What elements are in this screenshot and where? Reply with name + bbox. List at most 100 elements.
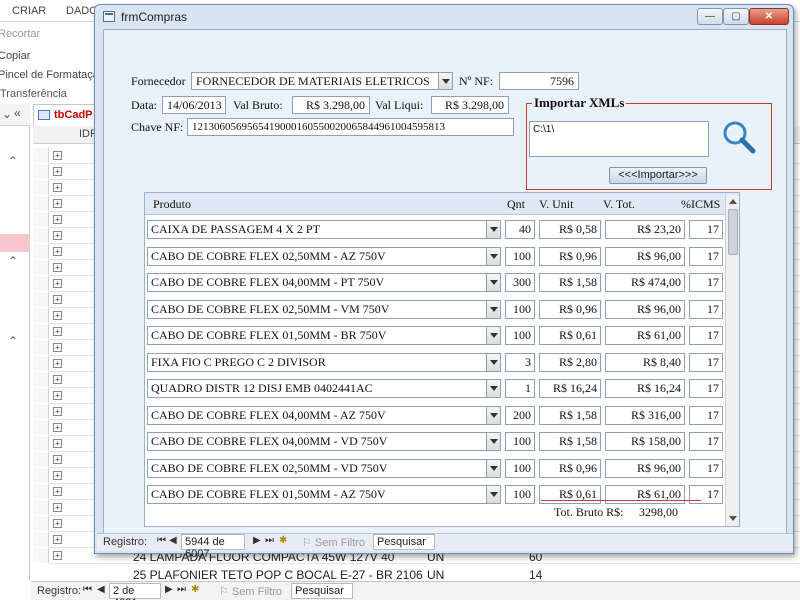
row-selector[interactable] xyxy=(33,292,49,307)
table-tab[interactable]: tbCadP xyxy=(33,104,97,126)
row-selector[interactable] xyxy=(33,196,49,211)
row-selector[interactable] xyxy=(33,468,49,483)
row-selector[interactable] xyxy=(33,484,49,499)
expand-row-icon[interactable]: + xyxy=(53,407,62,416)
icms-field[interactable]: 17 xyxy=(689,246,723,266)
row-selector[interactable] xyxy=(33,404,49,419)
vunit-field[interactable]: R$ 1,58 xyxy=(539,432,601,451)
chevron-down-icon[interactable] xyxy=(486,406,500,424)
produto-combo[interactable]: CABO DE COBRE FLEX 02,50MM - AZ 750V xyxy=(147,246,501,266)
chevron-down-icon[interactable] xyxy=(486,380,500,397)
row-selector[interactable] xyxy=(33,420,49,435)
qnt-field[interactable]: 100 xyxy=(505,299,535,319)
expand-row-icon[interactable]: + xyxy=(53,295,62,304)
val-bruto-field[interactable]: R$ 3.298,00 xyxy=(292,96,370,114)
produto-combo[interactable]: QUADRO DISTR 12 DISJ EMB 0402441AC xyxy=(147,379,501,398)
collapse-pane-icon[interactable]: « xyxy=(14,106,21,120)
icms-field[interactable]: 17 xyxy=(689,352,723,372)
qnt-field[interactable]: 3 xyxy=(505,352,535,372)
expand-row-icon[interactable]: + xyxy=(53,391,62,400)
nav-selected-item[interactable] xyxy=(0,234,30,252)
last-record-icon[interactable]: ⏭ xyxy=(177,584,186,595)
expand-row-icon[interactable]: + xyxy=(53,199,62,208)
row-selector[interactable] xyxy=(33,276,49,291)
expand-row-icon[interactable]: + xyxy=(53,151,62,160)
next-record-icon[interactable]: ▶ xyxy=(253,535,261,546)
expand-row-icon[interactable]: + xyxy=(53,535,62,544)
row-selector[interactable] xyxy=(33,148,49,163)
record-position[interactable]: 2 de 4031 xyxy=(109,583,161,600)
vtot-field[interactable]: R$ 8,40 xyxy=(605,352,685,372)
record-position[interactable]: 5944 de 6007 xyxy=(181,534,245,560)
qnt-field[interactable]: 100 xyxy=(505,246,535,266)
icms-field[interactable]: 17 xyxy=(689,273,723,292)
importar-button[interactable]: <<<Importar>>> xyxy=(609,167,707,184)
row-selector[interactable] xyxy=(33,372,49,387)
copy-command[interactable]: Copiar xyxy=(0,50,30,62)
row-selector[interactable] xyxy=(33,164,49,179)
nf-field[interactable]: 7596 xyxy=(499,72,579,90)
produto-combo[interactable]: CABO DE COBRE FLEX 04,00MM - AZ 750V xyxy=(147,405,501,425)
row-selector[interactable] xyxy=(33,308,49,323)
qnt-field[interactable]: 100 xyxy=(505,458,535,478)
group-collapse-icon-3[interactable]: ⌃ xyxy=(8,334,18,348)
row-selector[interactable] xyxy=(33,244,49,259)
grid-scrollbar[interactable] xyxy=(725,195,739,526)
produto-combo[interactable]: CABO DE COBRE FLEX 02,50MM - VD 750V xyxy=(147,458,501,478)
first-record-icon[interactable]: ⏮ xyxy=(83,584,92,595)
icms-field[interactable]: 17 xyxy=(689,458,723,478)
chevron-down-icon[interactable] xyxy=(486,433,500,450)
vtot-field[interactable]: R$ 96,00 xyxy=(605,458,685,478)
row-selector[interactable] xyxy=(33,532,49,547)
chevron-down-icon[interactable] xyxy=(486,486,500,503)
search-box[interactable]: Pesquisar xyxy=(291,583,353,599)
row-selector[interactable] xyxy=(33,436,49,451)
vunit-field[interactable]: R$ 0,61 xyxy=(539,326,601,345)
vunit-field[interactable]: R$ 0,58 xyxy=(539,220,601,239)
vtot-field[interactable]: R$ 158,00 xyxy=(605,432,685,451)
vunit-field[interactable]: R$ 0,96 xyxy=(539,299,601,319)
row-selector[interactable] xyxy=(33,228,49,243)
fornecedor-combo[interactable]: FORNECEDOR DE MATERIAIS ELETRICOS xyxy=(191,72,453,90)
search-box[interactable]: Pesquisar xyxy=(373,534,435,550)
group-collapse-icon[interactable]: ⌃ xyxy=(8,154,18,168)
row-selector[interactable] xyxy=(33,500,49,515)
vunit-field[interactable]: R$ 0,96 xyxy=(539,246,601,266)
expand-row-icon[interactable]: + xyxy=(53,375,62,384)
expand-row-icon[interactable]: + xyxy=(53,247,62,256)
vtot-field[interactable]: R$ 474,00 xyxy=(605,273,685,292)
icms-field[interactable]: 17 xyxy=(689,432,723,451)
expand-row-icon[interactable]: + xyxy=(53,167,62,176)
expand-row-icon[interactable]: + xyxy=(53,263,62,272)
expand-row-icon[interactable]: + xyxy=(53,439,62,448)
expand-row-icon[interactable]: + xyxy=(53,487,62,496)
qnt-field[interactable]: 100 xyxy=(505,485,535,504)
ribbon-tab-criar[interactable]: CRIAR xyxy=(12,5,46,17)
prev-record-icon[interactable]: ◀ xyxy=(169,535,177,546)
chevron-down-icon[interactable] xyxy=(486,300,500,318)
chevron-down-icon[interactable] xyxy=(486,327,500,344)
chevron-down-icon[interactable] xyxy=(486,274,500,291)
produto-combo[interactable]: CABO DE COBRE FLEX 04,00MM - PT 750V xyxy=(147,273,501,292)
qnt-field[interactable]: 100 xyxy=(505,326,535,345)
vtot-field[interactable]: R$ 316,00 xyxy=(605,405,685,425)
chevron-down-icon[interactable] xyxy=(486,221,500,238)
chevron-down-icon[interactable] xyxy=(486,459,500,477)
expand-row-icon[interactable]: + xyxy=(53,551,62,560)
expand-row-icon[interactable]: + xyxy=(53,183,62,192)
format-painter-command[interactable]: Pincel de Formatação xyxy=(0,69,105,81)
row-selector[interactable] xyxy=(33,212,49,227)
data-field[interactable]: 14/06/2013 xyxy=(162,96,226,114)
group-collapse-icon-2[interactable]: ⌃ xyxy=(8,254,18,268)
filter-status[interactable]: ⚐ Sem Filtro xyxy=(219,585,282,598)
produto-combo[interactable]: CAIXA DE PASSAGEM 4 X 2 PT xyxy=(147,220,501,239)
produto-combo[interactable]: CABO DE COBRE FLEX 01,50MM - BR 750V xyxy=(147,326,501,345)
vunit-field[interactable]: R$ 1,58 xyxy=(539,405,601,425)
filter-status[interactable]: ⚐ Sem Filtro xyxy=(302,536,365,549)
nav-dropdown-icon[interactable]: ⌄ xyxy=(2,107,12,121)
row-selector[interactable] xyxy=(33,452,49,467)
icms-field[interactable]: 17 xyxy=(689,299,723,319)
magnifier-icon[interactable] xyxy=(720,119,758,155)
icms-field[interactable]: 17 xyxy=(689,379,723,398)
scroll-down-icon[interactable] xyxy=(727,513,739,525)
